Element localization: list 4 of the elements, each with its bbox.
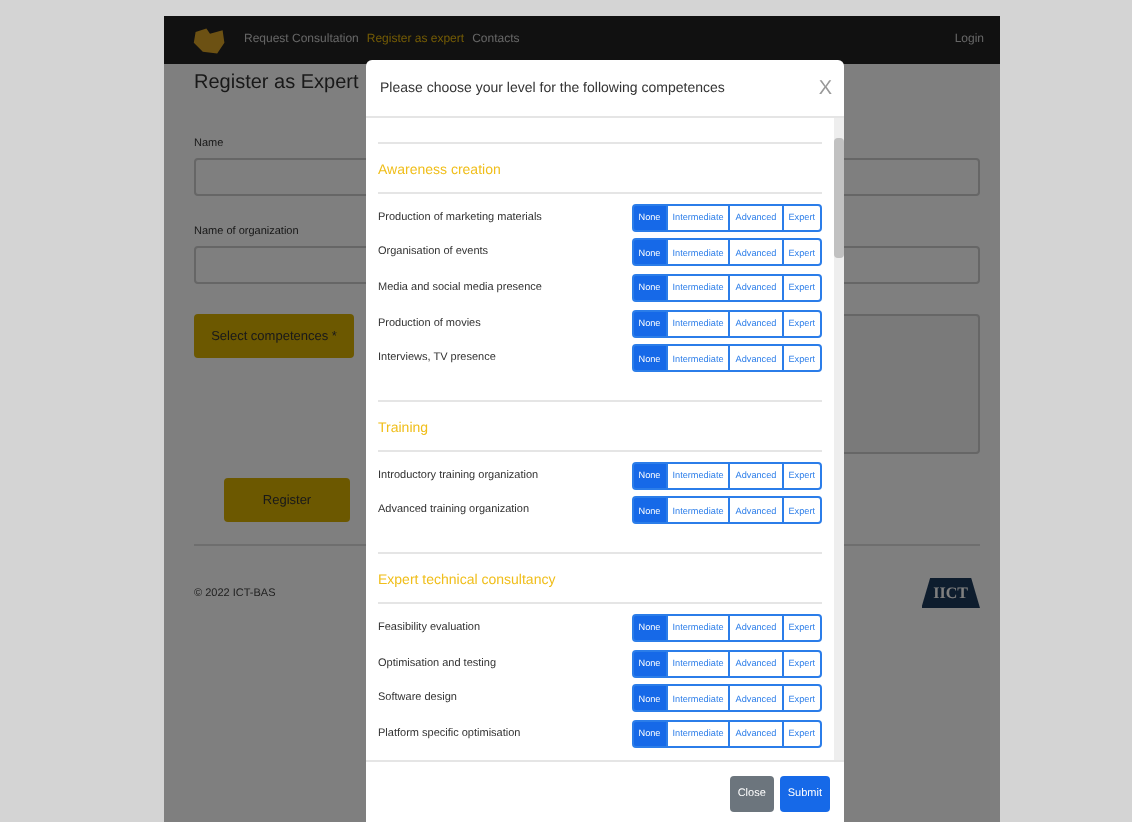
page-title: Register as Expert xyxy=(194,72,359,94)
institute-logo: IICT xyxy=(921,578,980,608)
scrollbar[interactable] xyxy=(834,118,844,760)
close-button[interactable]: X xyxy=(818,77,832,99)
